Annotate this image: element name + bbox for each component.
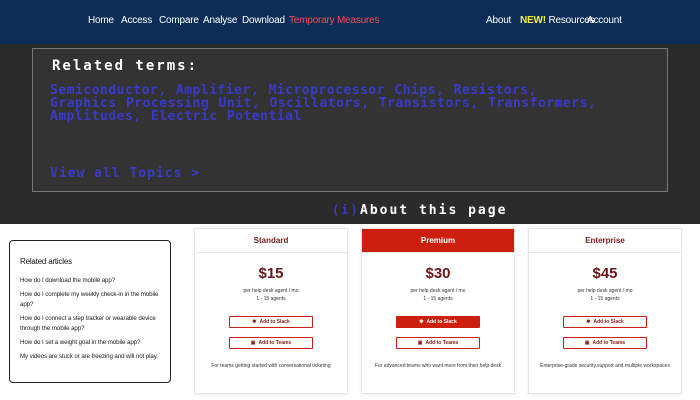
plan-description: For teams getting started with conversat…: [211, 363, 331, 369]
related-articles-title: Related articles: [20, 257, 72, 266]
related-terms-list[interactable]: Semiconductor, Amplifier, Microprocessor…: [50, 84, 610, 123]
related-articles-card: Related articles How do I download the m…: [9, 240, 171, 383]
plan-name: Enterprise: [529, 229, 681, 253]
add-to-teams-label: Add to Teams: [425, 340, 459, 346]
slack-icon: ✱: [419, 319, 424, 325]
plan-name: Premium: [362, 229, 514, 253]
add-to-teams-label: Add to Teams: [258, 340, 292, 346]
slack-icon: ✱: [586, 319, 591, 325]
plan-price-unit: per help desk agent / mo: [243, 288, 299, 294]
plan-price: $15: [258, 265, 284, 282]
teams-icon: ▣: [250, 340, 256, 346]
plan-agents: 1 - 15 agents: [256, 296, 286, 302]
add-to-slack-label: Add to Slack: [259, 319, 290, 325]
article-link[interactable]: How do I connect a step tracker or weara…: [20, 314, 160, 334]
plan-card-standard: Standard $15 per help desk agent / mo 1 …: [194, 228, 348, 394]
nav-resources[interactable]: NEW! Resources: [520, 15, 595, 26]
nav-about[interactable]: About: [486, 15, 511, 26]
nav-temporary-measures[interactable]: Temporary Measures: [289, 15, 380, 26]
add-to-teams-label: Add to Teams: [592, 340, 626, 346]
add-to-slack-button[interactable]: ✱ Add to Slack: [563, 316, 647, 328]
about-this-page-link[interactable]: (i)About this page: [332, 203, 507, 218]
article-link[interactable]: How do I complete my weekly check-in in …: [20, 290, 160, 310]
plan-description: Enterprise-grade security,support and mu…: [540, 363, 670, 369]
plan-card-enterprise: Enterprise $45 per help desk agent / mo …: [528, 228, 682, 394]
nav-account[interactable]: Account: [587, 15, 622, 26]
info-icon: (i): [332, 203, 360, 217]
add-to-teams-button[interactable]: ▣ Add to Teams: [229, 337, 313, 349]
nav-download[interactable]: Download: [242, 15, 285, 26]
new-badge: NEW!: [520, 15, 546, 26]
about-this-page-label: About this page: [360, 203, 508, 218]
teams-icon: ▣: [584, 340, 590, 346]
plan-agents: 1 - 15 agents: [423, 296, 453, 302]
teams-icon: ▣: [417, 340, 423, 346]
plan-price: $30: [425, 265, 451, 282]
nav-access[interactable]: Access: [121, 15, 152, 26]
article-link[interactable]: How do I set a weight goal in the mobile…: [20, 338, 160, 348]
nav-compare[interactable]: Compare: [159, 15, 199, 26]
nav-analyse[interactable]: Analyse: [203, 15, 237, 26]
add-to-slack-button[interactable]: ✱ Add to Slack: [396, 316, 480, 328]
slack-icon: ✱: [252, 319, 257, 325]
related-terms-title: Related terms:: [52, 58, 199, 74]
plan-agents: 1 - 15 agents: [590, 296, 620, 302]
plan-card-premium: Premium $30 per help desk agent / mo 1 -…: [361, 228, 515, 394]
nav-home[interactable]: Home: [88, 15, 114, 26]
article-link[interactable]: My videos are stuck or are freezing and …: [20, 352, 160, 362]
top-nav: Home Access Compare Analyse Download Tem…: [0, 0, 700, 44]
add-to-slack-label: Add to Slack: [426, 319, 457, 325]
add-to-slack-button[interactable]: ✱ Add to Slack: [229, 316, 313, 328]
article-link[interactable]: How do I download the mobile app?: [20, 276, 160, 286]
plan-price-unit: per help desk agent / mo: [410, 288, 466, 294]
plan-price: $45: [592, 265, 618, 282]
plan-price-unit: per help desk agent / mo: [577, 288, 633, 294]
plan-description: For advanced teams who want more from th…: [374, 363, 502, 369]
view-all-topics-link[interactable]: View all Topics >: [50, 166, 200, 181]
add-to-slack-label: Add to Slack: [593, 319, 624, 325]
plan-name: Standard: [195, 229, 347, 253]
add-to-teams-button[interactable]: ▣ Add to Teams: [396, 337, 480, 349]
add-to-teams-button[interactable]: ▣ Add to Teams: [563, 337, 647, 349]
